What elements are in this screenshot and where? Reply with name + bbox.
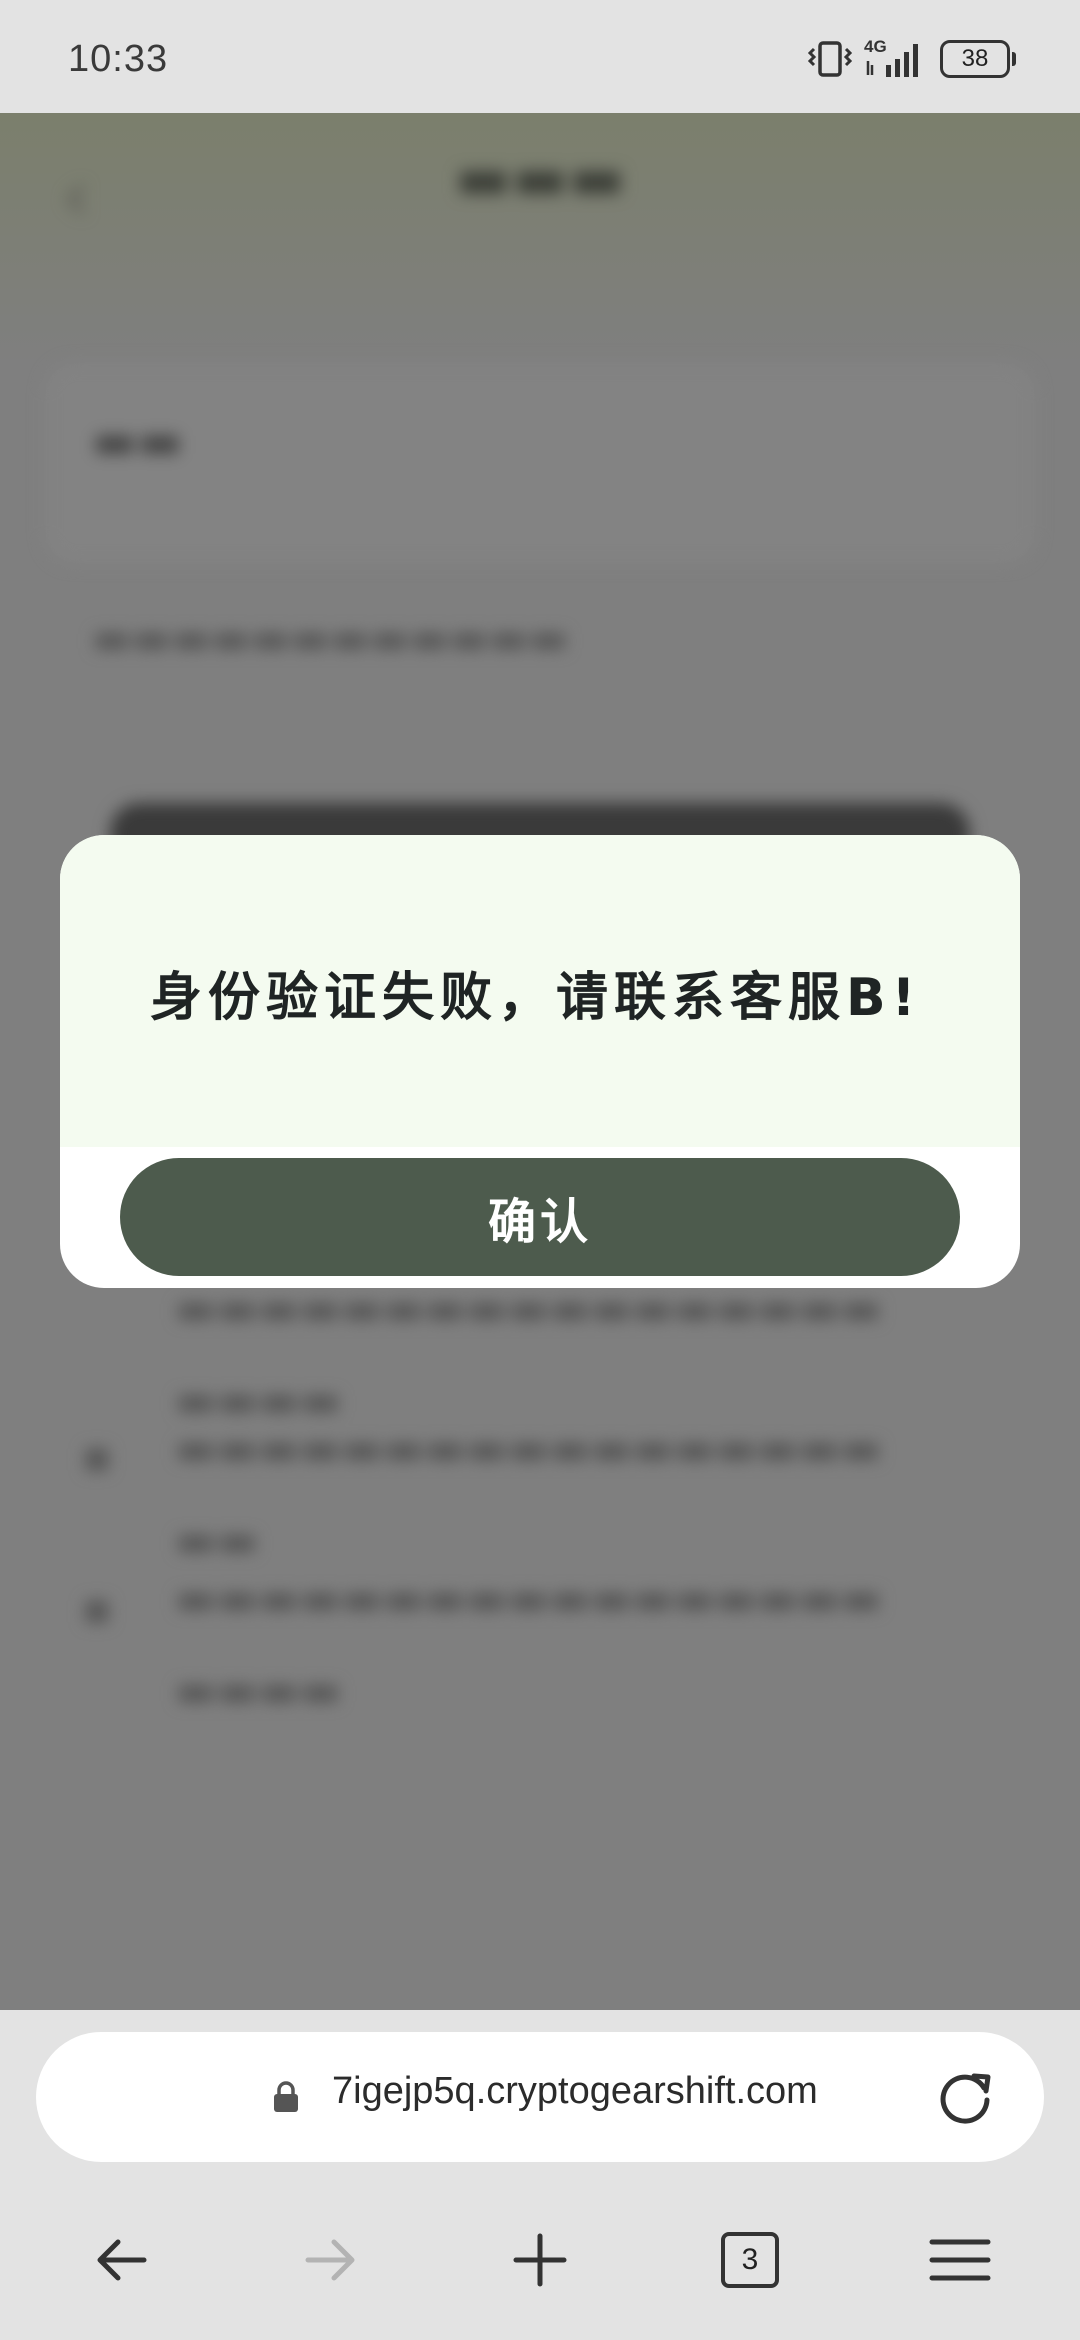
menu-button[interactable] <box>920 2220 1000 2300</box>
status-time: 10:33 <box>68 38 169 80</box>
confirm-button[interactable]: 确认 <box>120 1158 960 1276</box>
forward-button[interactable] <box>290 2220 370 2300</box>
browser-bottom-bar: 7igejp5q.cryptogearshift.com 3 <box>0 2010 1080 2340</box>
alert-dialog: 身份验证失败，请联系客服B! 确认 <box>60 835 1020 1288</box>
page-list-item: ▬▬▬▬▬▬▬▬▬▬▬▬▬▬▬▬▬ ▬▬▬▬ <box>175 1573 882 1716</box>
battery-indicator: 38 <box>940 40 1016 78</box>
hamburger-menu-icon <box>929 2239 991 2281</box>
battery-level: 38 <box>961 45 989 72</box>
url-bar[interactable]: 7igejp5q.cryptogearshift.com <box>36 2032 1044 2162</box>
back-button[interactable] <box>82 2220 162 2300</box>
signal-icon <box>866 44 918 77</box>
tabs-button[interactable]: 3 <box>710 2220 790 2300</box>
dialog-body: 身份验证失败，请联系客服B! <box>60 835 1020 1147</box>
status-bar: 10:33 4G 38 <box>0 0 1080 113</box>
vibrate-icon <box>808 41 852 77</box>
lock-icon <box>274 2081 298 2112</box>
url-text[interactable]: 7igejp5q.cryptogearshift.com <box>332 2070 818 2113</box>
new-tab-button[interactable] <box>500 2220 580 2300</box>
plus-icon <box>513 2233 567 2287</box>
arrow-right-icon <box>305 2239 355 2281</box>
page-list-number: ▪ <box>82 1583 112 1634</box>
signal-indicator: 4G <box>864 37 928 79</box>
status-icons: 4G 38 <box>808 34 1016 84</box>
dialog-message: 身份验证失败，请联系客服B! <box>150 968 922 1028</box>
browser-nav-bar: 3 <box>0 2190 1080 2340</box>
page-field-placeholder: ▬▬▬▬▬▬▬▬▬▬▬▬ <box>92 613 569 662</box>
arrow-left-icon <box>97 2239 147 2281</box>
page-title-placeholder: ▬▬▬ <box>454 143 626 213</box>
reload-icon[interactable] <box>934 2066 996 2128</box>
page-list-number: ▪ <box>82 1431 112 1482</box>
screen: 10:33 4G 38 ‹ ▬▬▬ ▬▬ ▬▬▬▬▬▬▬▬▬▬▬▬ ▬▬▬▬▬▬… <box>0 0 1080 2340</box>
page-card <box>45 363 1035 563</box>
tab-count: 3 <box>721 2232 779 2288</box>
page-card-label-placeholder: ▬▬ <box>92 413 183 469</box>
